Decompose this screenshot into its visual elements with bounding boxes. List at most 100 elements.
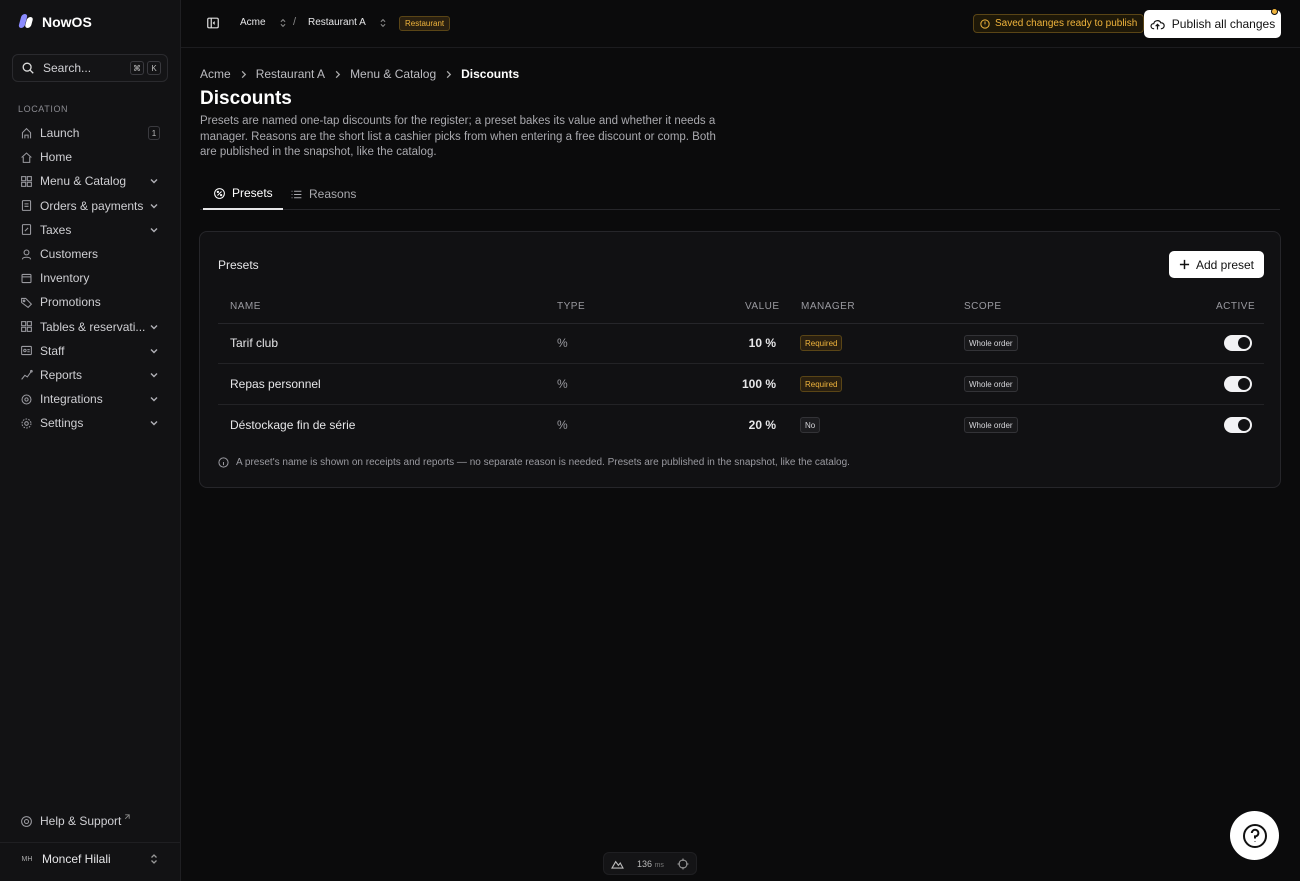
manager-badge: Required xyxy=(800,335,843,351)
preset-name: Tarif club xyxy=(230,336,279,350)
sidebar-toggle-icon[interactable] xyxy=(206,16,220,30)
preset-value: 100 % xyxy=(741,377,776,391)
lifebuoy-icon xyxy=(21,815,32,827)
table-row[interactable]: Tarif club % 10 % Required Whole order xyxy=(218,323,1264,364)
mountain-icon xyxy=(611,860,624,869)
column-header-manager: MANAGER xyxy=(801,301,856,312)
tab-label: Presets xyxy=(232,186,273,200)
tab-reasons[interactable]: Reasons xyxy=(280,178,366,210)
sidebar-item-promotions[interactable]: Promotions xyxy=(12,290,168,314)
chevron-down-icon[interactable] xyxy=(148,200,160,212)
chevron-down-icon[interactable] xyxy=(148,345,160,357)
help-support-link[interactable]: Help & Support xyxy=(20,814,131,828)
brand-logo-icon xyxy=(18,14,34,30)
sidebar-item-menu-catalog[interactable]: Menu & Catalog xyxy=(12,169,168,193)
breadcrumb-menu-catalog[interactable]: Menu & Catalog xyxy=(350,67,436,81)
sidebar-item-label: Customers xyxy=(40,247,99,262)
perf-widget[interactable]: 136 ms xyxy=(603,852,697,875)
table-row[interactable]: Repas personnel % 100 % Required Whole o… xyxy=(218,364,1264,405)
breadcrumb-acme[interactable]: Acme xyxy=(200,67,231,81)
info-icon xyxy=(218,457,229,468)
tabs: Presets Reasons xyxy=(200,178,1280,210)
brand[interactable]: NowOS xyxy=(18,14,92,30)
chevron-down-icon[interactable] xyxy=(148,175,160,187)
chevron-right-icon xyxy=(241,70,246,78)
sidebar-nav: Launch 1 Home Menu & Catalog Orders & pa… xyxy=(12,121,168,435)
user-menu[interactable]: MH Moncef Hilali xyxy=(20,852,160,866)
command-key: ⌘ xyxy=(130,61,144,75)
chevron-down-icon[interactable] xyxy=(148,393,160,405)
presets-note-text: A preset's name is shown on receipts and… xyxy=(236,457,850,468)
chevron-down-icon[interactable] xyxy=(148,321,160,333)
active-toggle[interactable] xyxy=(1224,335,1252,351)
sidebar-item-label: Settings xyxy=(40,416,84,431)
warning-circle-icon xyxy=(980,18,990,29)
sidebar-item-settings[interactable]: Settings xyxy=(12,411,168,435)
plug-icon xyxy=(21,394,32,405)
breadcrumb-restaurant[interactable]: Restaurant A xyxy=(256,67,325,81)
location-switcher[interactable]: Restaurant A xyxy=(308,17,388,28)
preset-type: % xyxy=(557,418,568,432)
sidebar-item-label: Menu & Catalog xyxy=(40,174,127,189)
search-shortcut: ⌘ K xyxy=(130,61,161,75)
preset-value: 20 % xyxy=(748,418,776,432)
sidebar-item-taxes[interactable]: Taxes xyxy=(12,218,168,242)
scope-badge: Whole order xyxy=(964,417,1018,433)
tab-presets[interactable]: Presets xyxy=(203,178,283,210)
perf-readout: 136 ms xyxy=(637,859,664,869)
publish-label: Publish all changes xyxy=(1171,17,1276,31)
grid-icon xyxy=(21,176,32,187)
list-icon xyxy=(291,190,302,198)
scope-badge: Whole order xyxy=(964,376,1018,392)
k-key: K xyxy=(147,61,161,75)
column-header-type: TYPE xyxy=(557,301,586,312)
manager-badge: No xyxy=(800,417,821,433)
avatar: MH xyxy=(21,855,33,863)
column-header-value: VALUE xyxy=(745,301,780,312)
sidebar-item-integrations[interactable]: Integrations xyxy=(12,387,168,411)
publish-all-button[interactable]: Publish all changes xyxy=(1144,8,1281,38)
org-switcher[interactable]: Acme xyxy=(240,17,288,28)
percent-badge-icon xyxy=(214,187,225,199)
id-card-icon xyxy=(21,346,32,356)
app-root: NowOS Search... ⌘ K LOCATION Launch 1 Ho… xyxy=(0,0,1300,881)
column-header-name: NAME xyxy=(230,301,261,312)
page-title: Discounts xyxy=(200,88,292,109)
sidebar-item-tables-reservations[interactable]: Tables & reservati... xyxy=(12,315,168,339)
external-link-icon xyxy=(125,814,131,820)
active-toggle[interactable] xyxy=(1224,417,1252,433)
sidebar-item-label: Taxes xyxy=(40,222,72,237)
search-input[interactable]: Search... ⌘ K xyxy=(12,54,168,82)
rocket-icon xyxy=(21,127,32,138)
pending-dot xyxy=(1271,8,1278,15)
sidebar-item-customers[interactable]: Customers xyxy=(12,242,168,266)
add-preset-button[interactable]: Add preset xyxy=(1169,251,1264,278)
sidebar-item-orders-payments[interactable]: Orders & payments xyxy=(12,194,168,218)
search-placeholder: Search... xyxy=(43,61,92,75)
sidebar-item-label: Staff xyxy=(40,343,65,358)
location-type-badge: Restaurant xyxy=(399,16,451,31)
chevron-down-icon[interactable] xyxy=(148,369,160,381)
sidebar-item-staff[interactable]: Staff xyxy=(12,339,168,363)
saved-status-text: Saved changes ready to publish xyxy=(995,18,1138,29)
switcher-separator: / xyxy=(293,16,297,28)
active-toggle[interactable] xyxy=(1224,376,1252,392)
sidebar-item-reports[interactable]: Reports xyxy=(12,363,168,387)
column-header-active: ACTIVE xyxy=(1216,301,1256,312)
presets-note: A preset's name is shown on receipts and… xyxy=(218,457,850,468)
page-description: Presets are named one-tap discounts for … xyxy=(200,115,716,158)
help-fab[interactable] xyxy=(1230,811,1279,860)
sidebar-item-launch[interactable]: Launch 1 xyxy=(12,121,168,145)
sidebar-item-home[interactable]: Home xyxy=(12,145,168,169)
presets-card: Presets Add preset NAME TYPE VALUE MANAG… xyxy=(199,231,1281,488)
chevron-updown-icon xyxy=(280,18,286,27)
table-row[interactable]: Déstockage fin de série % 20 % No Whole … xyxy=(218,405,1264,446)
plus-icon xyxy=(1179,259,1190,270)
perf-value: 136 xyxy=(637,858,653,869)
sidebar-item-label: Home xyxy=(40,150,73,165)
chevron-down-icon[interactable] xyxy=(148,417,160,429)
box-icon xyxy=(21,273,32,283)
sidebar-item-label: Promotions xyxy=(40,295,101,310)
chevron-down-icon[interactable] xyxy=(148,224,160,236)
sidebar-item-inventory[interactable]: Inventory xyxy=(12,266,168,290)
